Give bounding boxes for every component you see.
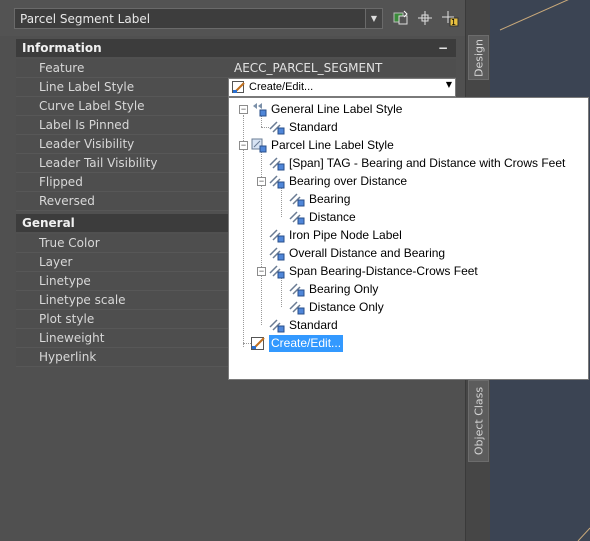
property-label: Plot style — [16, 310, 228, 329]
style-dropdown-list[interactable]: − General Line Label Style Standard − Pa… — [228, 97, 589, 380]
collapse-icon[interactable]: − — [438, 39, 448, 57]
tree-item-label: Span Bearing-Distance-Crows Feet — [289, 264, 478, 278]
tab-design-label: Design — [472, 38, 485, 77]
tree-item-label: Parcel Line Label Style — [271, 138, 394, 152]
label-style-icon — [269, 156, 285, 171]
tree-collapse-toggle[interactable]: − — [239, 141, 248, 150]
svg-text:1: 1 — [451, 18, 456, 27]
line-label-style-value: Create/Edit... — [249, 81, 314, 93]
label-style-icon — [269, 264, 285, 279]
quick-select-icon[interactable] — [392, 9, 410, 27]
label-style-icon — [269, 246, 285, 261]
property-label: Flipped — [16, 173, 228, 192]
property-label: Label Is Pinned — [16, 116, 228, 135]
toggle-pickadd-icon[interactable]: 1 — [441, 9, 459, 27]
property-value: AECC_PARCEL_SEGMENT — [228, 59, 456, 78]
property-row-feature[interactable]: Feature AECC_PARCEL_SEGMENT — [16, 59, 456, 78]
property-label: Leader Visibility — [16, 135, 228, 154]
edit-style-icon — [251, 336, 267, 351]
property-label: Curve Label Style — [16, 97, 228, 116]
select-objects-icon[interactable] — [416, 9, 434, 27]
object-type-select[interactable]: Parcel Segment Label ▼ — [14, 8, 383, 29]
tree-item-label: General Line Label Style — [271, 102, 403, 116]
label-style-icon — [269, 318, 285, 333]
property-label: Linetype — [16, 272, 228, 291]
label-style-group-icon — [251, 102, 267, 117]
chevron-down-icon[interactable]: ▼ — [446, 80, 452, 89]
tree-item-label: Distance — [309, 210, 356, 224]
tree-collapse-toggle[interactable]: − — [257, 177, 266, 186]
property-label: Lineweight — [16, 329, 228, 348]
section-title: Information — [22, 41, 102, 55]
tree-item-label: Distance Only — [309, 300, 384, 314]
tree-connector — [261, 127, 269, 128]
tree-collapse-toggle[interactable]: − — [239, 105, 248, 114]
tree-connector — [281, 187, 282, 217]
property-label: Layer — [16, 253, 228, 272]
child-label-style-icon — [289, 210, 305, 225]
tree-item-label: Bearing over Distance — [289, 174, 408, 188]
tree-item-label: Iron Pipe Node Label — [289, 228, 402, 242]
tree-item-label: Create/Edit... — [269, 335, 344, 352]
tree-item-label: Bearing — [309, 192, 351, 206]
property-label: Leader Tail Visibility — [16, 154, 228, 173]
object-type-value: Parcel Segment Label — [20, 12, 151, 26]
property-label: Line Label Style — [16, 78, 228, 97]
child-label-style-icon — [289, 300, 305, 315]
label-style-icon — [269, 120, 285, 135]
tree-item-label: Bearing Only — [309, 282, 379, 296]
child-label-style-icon — [289, 192, 305, 207]
tree-connector — [243, 343, 251, 344]
tab-object-class[interactable]: Object Class — [468, 380, 489, 462]
palette-toolbar: Parcel Segment Label ▼ 1 — [0, 0, 465, 36]
property-label: Reversed — [16, 192, 228, 211]
property-label: True Color — [16, 234, 228, 253]
tree-item-label: [Span] TAG - Bearing and Distance with C… — [289, 156, 566, 170]
property-label: Linetype scale — [16, 291, 228, 310]
label-style-icon — [269, 174, 285, 189]
section-header-information[interactable]: Information − — [16, 39, 456, 57]
tree-item-label: Overall Distance and Bearing — [289, 246, 446, 260]
tab-design[interactable]: Design — [468, 35, 489, 80]
tree-item-label: Standard — [289, 120, 338, 134]
chevron-down-icon[interactable]: ▼ — [365, 9, 382, 28]
line-label-style-combobox[interactable]: Create/Edit... ▼ — [228, 78, 456, 97]
tree-collapse-toggle[interactable]: − — [257, 267, 266, 276]
section-title: General — [22, 216, 75, 230]
tree-item-label: Standard — [289, 318, 338, 332]
edit-style-icon — [232, 81, 246, 94]
property-label: Feature — [16, 59, 228, 78]
tree-connector — [281, 277, 282, 307]
parcel-label-style-group-icon — [251, 138, 267, 153]
label-style-icon — [269, 228, 285, 243]
tab-object-class-label: Object Class — [472, 386, 485, 456]
child-label-style-icon — [289, 282, 305, 297]
property-label: Hyperlink — [16, 348, 228, 367]
